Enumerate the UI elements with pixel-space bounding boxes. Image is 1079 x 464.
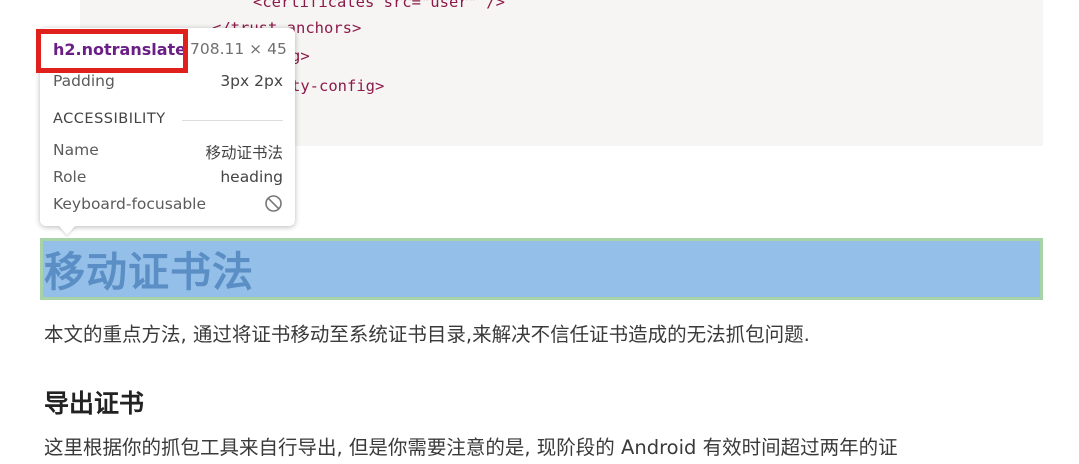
name-row: Name 移动证书法: [53, 141, 283, 162]
element-dimensions: 708.11 × 45: [190, 40, 287, 58]
page-heading[interactable]: 移动证书法: [44, 244, 254, 300]
name-value: 移动证书法: [205, 144, 283, 162]
padding-value: 3px 2px: [220, 72, 283, 90]
section-divider: [182, 120, 283, 121]
section-heading-export-cert[interactable]: 导出证书: [44, 384, 144, 420]
role-value: heading: [220, 168, 283, 186]
padding-row: Padding 3px 2px: [53, 72, 283, 90]
role-label: Role: [53, 168, 87, 186]
not-allowed-icon: [264, 194, 283, 217]
accessibility-section-title: ACCESSIBILITY: [53, 111, 166, 127]
padding-label: Padding: [53, 72, 115, 90]
role-row: Role heading: [53, 168, 283, 186]
keyboard-focusable-label: Keyboard-focusable: [53, 195, 206, 213]
name-label: Name: [53, 141, 99, 159]
intro-paragraph: 本文的重点方法, 通过将证书移动至系统证书目录,来解决不信任证书造成的无法抓包问…: [44, 323, 810, 346]
body-paragraph: 这里根据你的抓包工具来自行导出, 但是你需要注意的是, 现阶段的 Android…: [44, 436, 898, 459]
keyboard-focusable-row: Keyboard-focusable: [53, 195, 283, 213]
annotation-highlight-box: [36, 29, 188, 73]
code-line-security-config-close: ty-config>: [291, 77, 385, 95]
tooltip-arrow: [58, 225, 76, 235]
